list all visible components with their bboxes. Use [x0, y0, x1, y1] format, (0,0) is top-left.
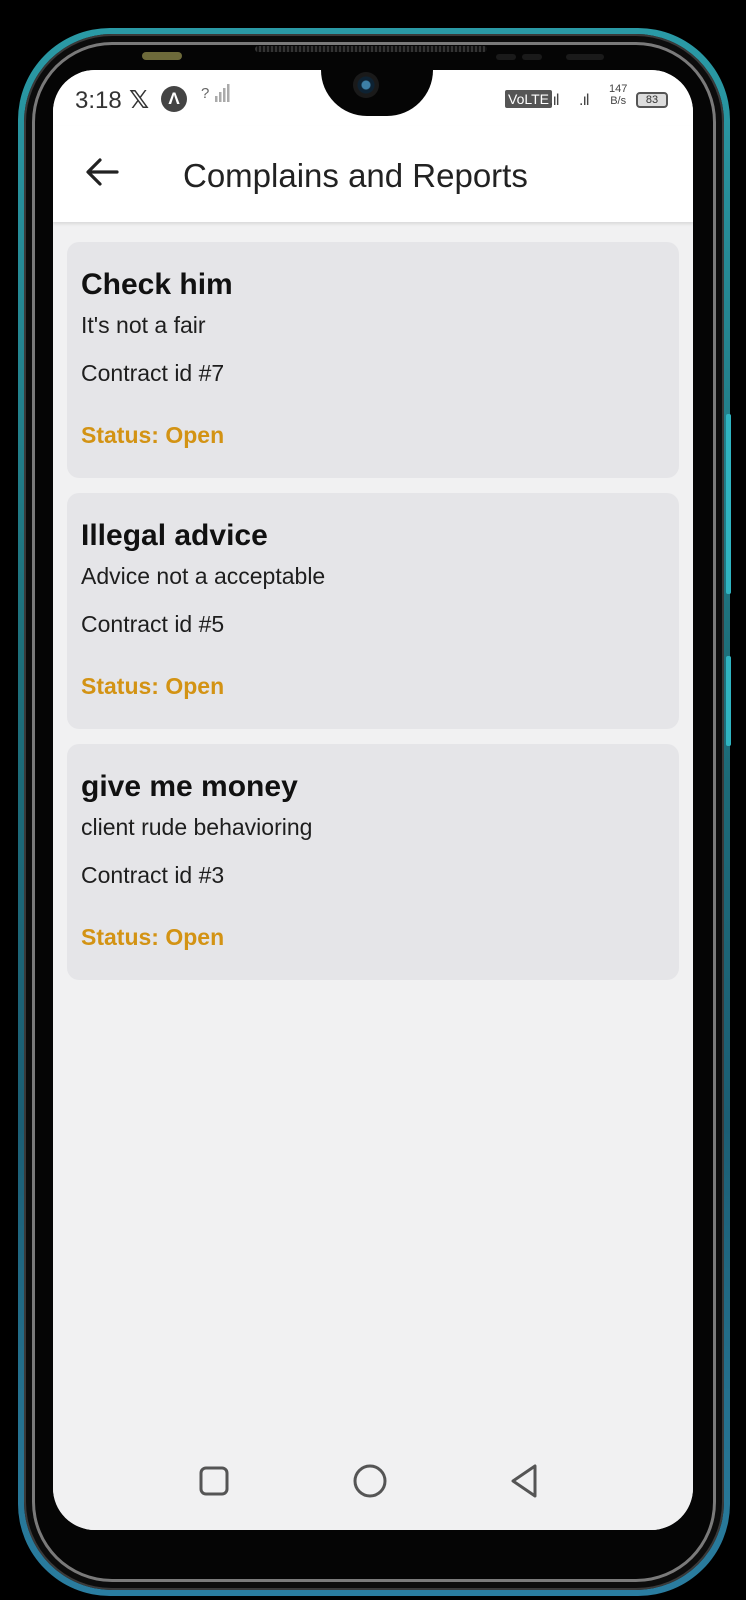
status-label: Status: Open [81, 422, 225, 448]
home-button[interactable] [339, 1450, 399, 1510]
speaker-grill [255, 46, 487, 52]
contract-id: Contract id #3 [81, 862, 225, 888]
app-notification-icon: Λ [161, 86, 187, 112]
back-button[interactable] [83, 152, 123, 192]
complaint-title: Illegal advice [81, 519, 268, 552]
network-speed: 147 B/s [609, 83, 627, 107]
contract-id: Contract id #7 [81, 360, 225, 386]
status-label: Status: Open [81, 924, 225, 950]
sensor-dot [566, 54, 604, 60]
complaint-card[interactable]: Illegal advice Advice not a acceptable C… [67, 493, 679, 729]
contract-id: Contract id #5 [81, 611, 225, 637]
complaint-card[interactable]: Check him It's not a fair Contract id #7… [67, 242, 679, 478]
proximity-sensor [142, 52, 182, 60]
screen: 3:18 𝕏 Λ ? VoLTE .ıl .ıl 147 B/s 83 Comp… [53, 70, 693, 1530]
complaint-title: give me money [81, 770, 298, 803]
no-sim-signal-icon: ? [201, 82, 230, 102]
circle-icon [353, 1464, 387, 1498]
app-bar: Complains and Reports [53, 126, 693, 222]
sim-question-mark: ? [201, 85, 210, 102]
network-speed-value: 147 [609, 83, 628, 95]
complaint-list: Check him It's not a fair Contract id #7… [67, 242, 679, 995]
back-nav-button[interactable] [495, 1450, 555, 1510]
recents-button[interactable] [183, 1450, 243, 1510]
complaint-description: client rude behavioring [81, 814, 313, 840]
signal-icon: .ıl [549, 92, 560, 109]
page-title: Complains and Reports [183, 157, 528, 194]
complaint-description: Advice not a acceptable [81, 563, 326, 589]
complaint-title: Check him [81, 268, 233, 301]
signal-icon: .ıl [579, 92, 590, 109]
complaint-description: It's not a fair [81, 312, 206, 338]
sensor-dot [522, 54, 542, 60]
volte-badge: VoLTE [505, 90, 552, 108]
sensor-dot [496, 54, 516, 60]
power-button [726, 656, 731, 746]
clock: 3:18 [75, 87, 122, 114]
volume-button [726, 414, 731, 594]
signal-bars-empty-icon [214, 84, 230, 102]
network-speed-unit: B/s [610, 95, 627, 107]
square-icon [199, 1466, 229, 1496]
system-nav-bar [53, 1450, 693, 1530]
front-camera [353, 72, 379, 98]
complaint-card[interactable]: give me money client rude behavioring Co… [67, 744, 679, 980]
triangle-back-icon [511, 1464, 537, 1498]
status-label: Status: Open [81, 673, 225, 699]
arrow-left-icon [86, 158, 119, 186]
x-app-icon: 𝕏 [129, 86, 150, 114]
battery-icon: 83 [636, 92, 668, 108]
